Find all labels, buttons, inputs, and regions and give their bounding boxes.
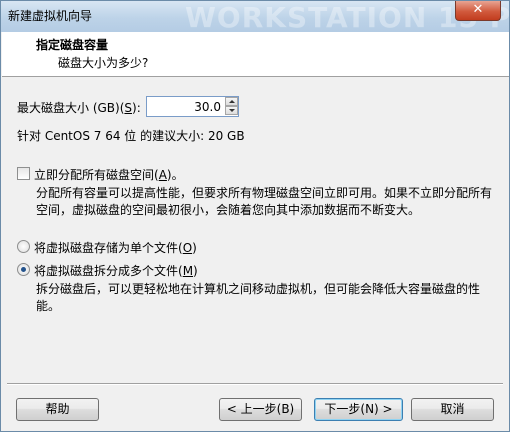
window-title: 新建虚拟机向导: [8, 9, 93, 23]
cancel-button[interactable]: 取消: [411, 398, 494, 421]
allocate-label-prefix: 立即分配所有磁盘空间(: [34, 168, 159, 182]
close-icon: ✕: [472, 2, 484, 17]
disk-size-label-suffix: ):: [132, 101, 141, 115]
next-button[interactable]: 下一步(N) >: [314, 398, 403, 421]
help-button[interactable]: 帮助: [16, 398, 99, 421]
allocate-now-label[interactable]: 立即分配所有磁盘空间(A)。: [34, 166, 184, 183]
single-file-label[interactable]: 将虚拟磁盘存储为单个文件(O): [34, 239, 197, 256]
split-desc-line: 拆分磁盘后，可以更轻松地在计算机之间移动虚拟机，但可能会降低大容量磁盘的性: [36, 282, 481, 296]
disk-size-stepper: [146, 96, 239, 117]
disk-size-label: 最大磁盘大小 (GB)(S):: [17, 99, 141, 116]
arrow-up-icon: [229, 100, 235, 103]
split-label-prefix: 将虚拟磁盘拆分成多个文件(: [34, 264, 183, 278]
split-files-label[interactable]: 将虚拟磁盘拆分成多个文件(M): [34, 262, 198, 279]
split-desc-line: 能。: [36, 299, 61, 313]
split-label-key: M: [182, 264, 194, 278]
wizard-window: 新建虚拟机向导 WORKSTATION 15 P ✕ 指定磁盘容量 磁盘大小为多…: [0, 0, 510, 432]
split-description: 拆分磁盘后，可以更轻松地在计算机之间移动虚拟机，但可能会降低大容量磁盘的性 能。: [36, 281, 480, 315]
split-label-suffix: ): [193, 264, 198, 278]
allocate-label-key: A: [158, 168, 167, 182]
disk-size-input[interactable]: [147, 97, 225, 116]
single-label-key: O: [182, 241, 193, 255]
allocate-now-checkbox[interactable]: [17, 167, 30, 180]
back-button[interactable]: < 上一步(B): [219, 398, 302, 421]
close-button[interactable]: ✕: [455, 1, 501, 21]
single-file-radio[interactable]: [17, 240, 30, 253]
page-title: 指定磁盘容量: [36, 38, 109, 52]
allocate-desc-line: 分配所有容量可以提高性能，但要求所有物理磁盘空间立即可用。如果不立即分配所有: [36, 186, 493, 200]
single-label-suffix: ): [192, 241, 197, 255]
disk-size-label-key: S: [124, 101, 133, 115]
title-bar[interactable]: 新建虚拟机向导 WORKSTATION 15 P ✕: [1, 1, 509, 34]
spin-down-button[interactable]: [225, 106, 238, 115]
allocate-label-suffix: )。: [166, 168, 184, 182]
disk-size-label-prefix: 最大磁盘大小 (GB)(: [17, 101, 125, 115]
arrow-down-icon: [229, 109, 235, 112]
allocate-desc-line: 空间，虚拟磁盘的空间最初很小，会随着您向其中添加数据而不断变大。: [36, 203, 421, 217]
recommended-size-text: 针对 CentOS 7 64 位 的建议大小: 20 GB: [17, 129, 245, 143]
allocate-description: 分配所有容量可以提高性能，但要求所有物理磁盘空间立即可用。如果不立即分配所有 空…: [36, 185, 492, 219]
wizard-header: 指定磁盘容量 磁盘大小为多少?: [2, 32, 509, 77]
page-subtitle: 磁盘大小为多少?: [58, 56, 149, 70]
split-files-radio[interactable]: [17, 263, 30, 276]
footer-divider: [7, 383, 503, 385]
spin-up-button[interactable]: [225, 97, 238, 106]
single-label-prefix: 将虚拟磁盘存储为单个文件(: [34, 241, 183, 255]
